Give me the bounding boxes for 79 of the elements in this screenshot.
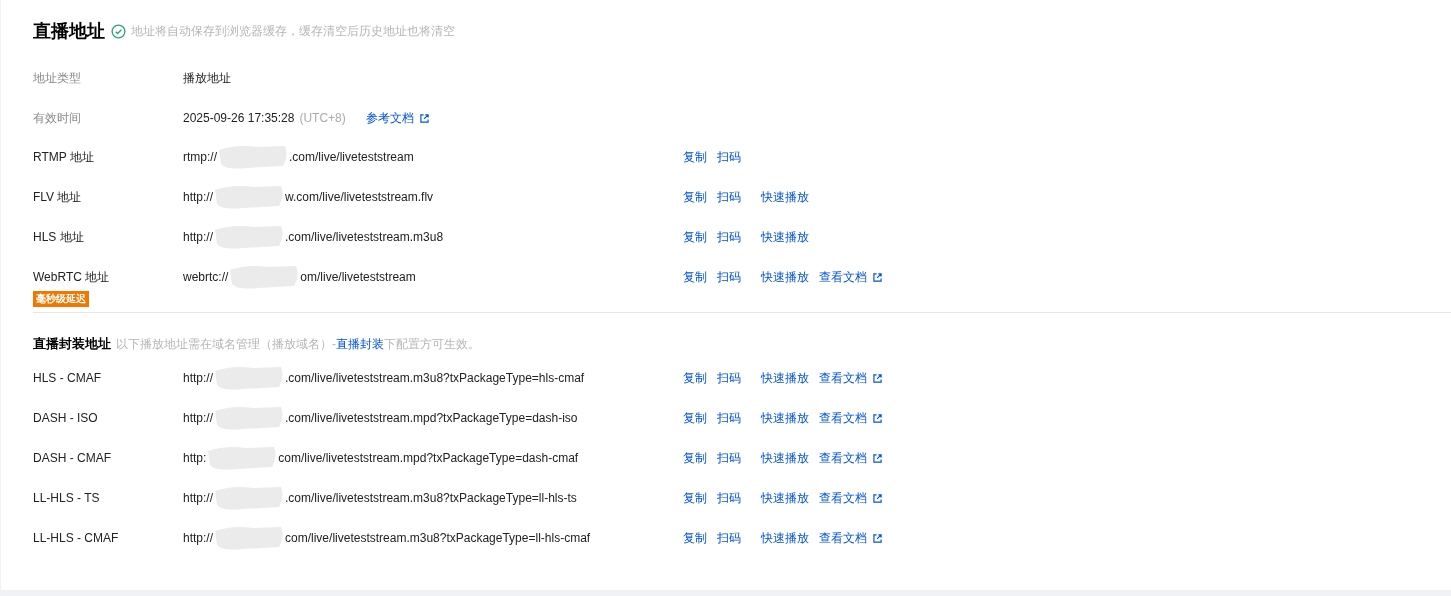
external-link-icon <box>419 113 429 123</box>
action-link[interactable]: 扫码 <box>717 531 741 545</box>
url-text: .com/live/liveteststream.m3u8?txPackageType=ll-hls-ts <box>285 490 577 507</box>
row-label: RTMP 地址 <box>33 149 94 166</box>
url-text: .com/live/liveteststream.m3u8?txPackageType=hls-cmaf <box>285 370 585 387</box>
row-value: 2025-09-26 17:35:28 <box>183 110 295 127</box>
action-link[interactable]: 扫码 <box>717 190 741 204</box>
action-link[interactable]: 复制 <box>683 190 707 204</box>
doc-link[interactable]: 查看文档 <box>819 268 882 286</box>
action-link[interactable]: 复制 <box>683 531 707 545</box>
check-circle-icon <box>111 23 126 39</box>
url-text: http:// <box>183 530 214 547</box>
action-link[interactable]: 扫码 <box>717 230 741 244</box>
action-link[interactable]: 扫码 <box>717 491 741 505</box>
external-link-icon <box>873 493 882 503</box>
latency-badge: 毫秒级延迟 <box>33 291 89 307</box>
url-text: .com/live/liveteststream.mpd?txPackageType=dash-iso <box>285 410 578 427</box>
url-text: com/live/liveteststream.mpd?txPackageType=dash-cmaf <box>278 450 579 467</box>
row-label: LL-HLS - CMAF <box>33 530 119 547</box>
action-link[interactable]: 扫码 <box>717 270 741 284</box>
reference-doc-link[interactable]: 参考文档 <box>365 109 429 127</box>
row-label: 地址类型 <box>33 70 82 87</box>
url-text: http:// <box>183 189 214 206</box>
action-link[interactable]: 复制 <box>683 230 707 244</box>
row-label: WebRTC 地址 <box>33 269 110 286</box>
url-text: om/live/liveteststream <box>300 269 416 286</box>
row-label: DASH - ISO <box>33 410 98 427</box>
url-text: .com/live/liveteststream.m3u8 <box>285 229 444 246</box>
section-title: 直播封装地址 <box>33 335 111 354</box>
url-text: http:// <box>183 229 214 246</box>
action-link[interactable]: 扫码 <box>717 371 741 385</box>
action-link[interactable]: 扫码 <box>717 451 741 465</box>
url-text: http:// <box>183 490 214 507</box>
section-title: 直播地址 <box>33 19 105 43</box>
action-link[interactable]: 快速播放 <box>761 270 809 284</box>
action-link[interactable]: 复制 <box>683 270 707 284</box>
action-link[interactable]: 快速播放 <box>761 371 809 385</box>
doc-link[interactable]: 查看文档 <box>819 529 882 547</box>
package-link[interactable]: 直播封装 <box>336 337 384 351</box>
action-link[interactable]: 快速播放 <box>761 411 809 425</box>
url-text: http:// <box>183 410 214 427</box>
action-link[interactable]: 复制 <box>683 491 707 505</box>
external-link-icon <box>873 453 882 463</box>
row-label: HLS - CMAF <box>33 370 101 387</box>
doc-link[interactable]: 查看文档 <box>819 489 882 507</box>
section-note: 以下播放地址需在域名管理（播放域名）-直播封装下配置方可生效。 <box>116 336 480 353</box>
url-text: rtmp:// <box>183 149 217 166</box>
url-text: com/live/liveteststream.m3u8?txPackageType=ll-hls-cmaf <box>285 530 591 547</box>
action-link[interactable]: 复制 <box>683 150 707 164</box>
doc-link[interactable]: 查看文档 <box>819 449 882 467</box>
external-link-icon <box>873 373 882 383</box>
row-label: HLS 地址 <box>33 229 84 246</box>
row-label: FLV 地址 <box>33 189 82 206</box>
url-text: webrtc:// <box>183 269 229 286</box>
action-link[interactable]: 扫码 <box>717 411 741 425</box>
section-note: 地址将自动保存到浏览器缓存，缓存清空后历史地址也将清空 <box>131 23 455 40</box>
url-text: w.com/live/liveteststream.flv <box>285 189 434 206</box>
url-text: .com/live/liveteststream <box>289 149 414 166</box>
action-link[interactable]: 复制 <box>683 451 707 465</box>
action-link[interactable]: 快速播放 <box>761 190 809 204</box>
doc-link[interactable]: 查看文档 <box>819 409 882 427</box>
external-link-icon <box>873 533 882 543</box>
action-link[interactable]: 快速播放 <box>761 531 809 545</box>
row-label: DASH - CMAF <box>33 450 111 467</box>
doc-link[interactable]: 查看文档 <box>819 369 882 387</box>
row-label: 有效时间 <box>33 110 82 127</box>
url-text: http: <box>183 450 207 467</box>
external-link-icon <box>873 272 882 282</box>
url-text: http:// <box>183 370 214 387</box>
external-link-icon <box>873 413 882 423</box>
action-link[interactable]: 复制 <box>683 371 707 385</box>
action-link[interactable]: 快速播放 <box>761 491 809 505</box>
action-link[interactable]: 快速播放 <box>761 230 809 244</box>
action-link[interactable]: 快速播放 <box>761 451 809 465</box>
action-link[interactable]: 复制 <box>683 411 707 425</box>
timezone-text: (UTC+8) <box>299 110 346 127</box>
action-link[interactable]: 扫码 <box>717 150 741 164</box>
row-label: LL-HLS - TS <box>33 490 100 507</box>
row-value: 播放地址 <box>183 70 231 87</box>
